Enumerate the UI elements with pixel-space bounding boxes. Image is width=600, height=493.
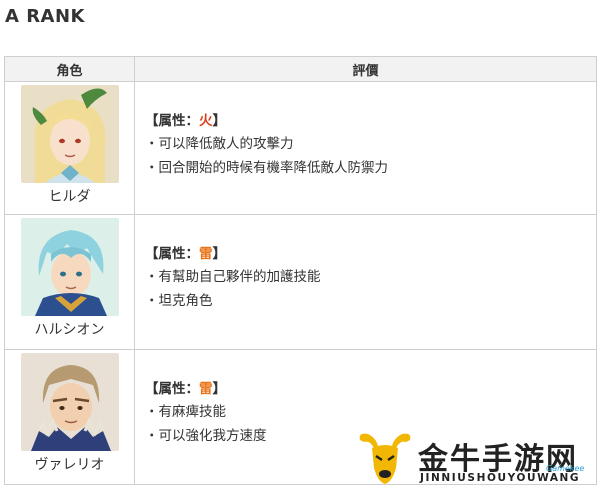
blue-hair-character-portrait-icon — [20, 218, 119, 316]
watermark: 金牛手游网 JINNIUSHOUYOUWANG Gamekee — [356, 430, 596, 490]
evaluation-cell: 【属性：火】 ・可以降低敵人的攻擊力 ・回合開始的時候有機率降低敵人防禦力 — [134, 81, 597, 215]
bull-head-logo-icon — [359, 433, 411, 484]
attribute-label: 【属性： — [145, 246, 199, 262]
table-row: ヒルダ 【属性：火】 ・可以降低敵人的攻擊力 ・回合開始的時候有機率降低敵人防禦… — [4, 81, 597, 215]
watermark-badge: Gamekee — [546, 464, 585, 473]
page-title: A RANK — [5, 6, 86, 27]
attribute-label: 【属性： — [145, 381, 199, 397]
character-name: ヴァレリオ — [34, 457, 105, 473]
attribute-label: 【属性： — [145, 113, 199, 129]
evaluation-bullet: ・回合開始的時候有機率降低敵人防禦力 — [145, 160, 388, 176]
evaluation-bullet: ・坦克角色 — [145, 293, 213, 309]
attribute-value: 火 — [199, 113, 213, 129]
blonde-character-portrait-icon — [20, 85, 119, 183]
attribute-line: 【属性：雷】 — [145, 243, 596, 265]
character-name: ハルシオン — [34, 322, 105, 338]
attribute-value: 雷 — [199, 246, 213, 262]
attribute-line: 【属性：火】 — [145, 110, 596, 132]
character-cell: ヴァレリオ — [4, 349, 135, 485]
attribute-close: 】 — [212, 381, 227, 397]
evaluation-bullet: ・有麻痺技能 — [145, 404, 226, 420]
header-evaluation: 評價 — [134, 56, 597, 82]
table-header-row: 角色 評價 — [4, 56, 597, 82]
rank-table: 角色 評價 ヒルダ 【属性：火】 ・可以降低敵人的攻擊力 ・回合開始的時候有機率… — [4, 56, 597, 485]
attribute-value: 雷 — [199, 381, 213, 397]
brown-hair-character-portrait-icon — [20, 353, 119, 451]
attribute-line: 【属性：雷】 — [145, 378, 596, 400]
watermark-subtext: JINNIUSHOUYOUWANG — [420, 472, 581, 484]
evaluation-bullet: ・有幫助自己夥伴的加護技能 — [145, 269, 321, 285]
character-name: ヒルダ — [48, 189, 91, 205]
evaluation-bullet: ・可以降低敵人的攻擊力 — [145, 136, 294, 152]
evaluation-cell: 【属性：雷】 ・有幫助自己夥伴的加護技能 ・坦克角色 — [134, 214, 597, 350]
header-character: 角色 — [4, 56, 135, 82]
attribute-close: 】 — [212, 246, 227, 262]
attribute-close: 】 — [212, 113, 227, 129]
table-row: ハルシオン 【属性：雷】 ・有幫助自己夥伴的加護技能 ・坦克角色 — [4, 214, 597, 350]
character-cell: ヒルダ — [4, 81, 135, 215]
character-cell: ハルシオン — [4, 214, 135, 350]
